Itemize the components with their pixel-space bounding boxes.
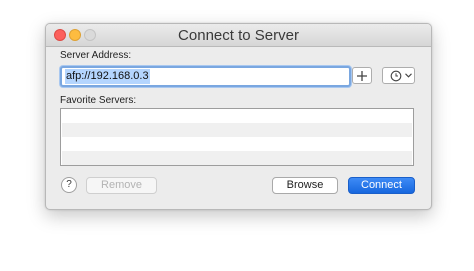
clock-icon	[390, 70, 402, 82]
title-bar[interactable]: Connect to Server	[46, 24, 431, 47]
favorite-servers-label: Favorite Servers:	[60, 95, 137, 106]
server-address-label: Server Address:	[60, 50, 132, 61]
browse-button[interactable]: Browse	[272, 177, 338, 194]
list-row	[62, 151, 412, 165]
plus-icon	[357, 71, 367, 81]
add-favorite-button[interactable]	[352, 67, 372, 84]
list-row	[62, 137, 412, 151]
window-title: Connect to Server	[178, 27, 299, 44]
connect-button[interactable]: Connect	[348, 177, 415, 194]
server-address-value: afp://192.168.0.3	[65, 69, 150, 84]
list-row	[62, 109, 412, 123]
connect-to-server-window: Connect to Server Server Address: afp://…	[45, 23, 432, 210]
help-button[interactable]: ?	[61, 177, 77, 193]
chevron-down-icon	[405, 73, 412, 78]
list-row	[62, 123, 412, 137]
remove-button: Remove	[86, 177, 157, 194]
recent-servers-button[interactable]	[382, 67, 415, 84]
favorite-servers-list[interactable]	[60, 108, 414, 166]
server-address-input[interactable]: afp://192.168.0.3	[60, 66, 351, 87]
